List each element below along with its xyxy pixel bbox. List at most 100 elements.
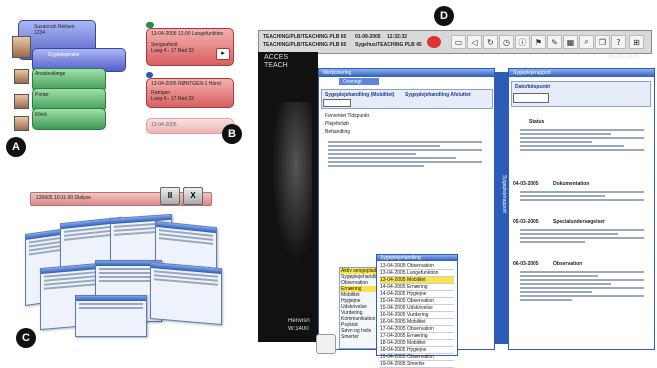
popup-row[interactable]: 13-04-2005 Observation [380, 263, 454, 270]
dark-date: 05-09-1975 [608, 54, 639, 60]
right-patient-field[interactable] [513, 93, 549, 103]
grid-icon[interactable]: ▦ [563, 35, 578, 49]
xray-image [272, 102, 312, 262]
left-window-title: Medicinering [323, 70, 352, 76]
right-time-1: 04-03-2005 [513, 181, 539, 187]
card-label-5: Klinik [35, 112, 47, 118]
popup-list: 13-04-2005 Observation 13-04-2005 Lungef… [380, 263, 454, 368]
toolbar-line1: TEACHING/PLB/TEACHING PLB 65 [263, 34, 347, 40]
right-section-4: Observation [553, 261, 583, 267]
refresh-icon[interactable]: ↻ [483, 35, 498, 49]
right-text-block-1 [517, 127, 647, 153]
avatar-3 [14, 94, 29, 109]
popup-row[interactable]: 19-04-2005 Observation [380, 354, 454, 361]
copy-icon[interactable]: ❐ [595, 35, 610, 49]
stack-window-7[interactable] [150, 261, 222, 326]
popup-row[interactable]: 14-04-2005 Ernæring [380, 284, 454, 291]
window-icon[interactable]: ▭ [451, 35, 466, 49]
left-text-block [325, 139, 485, 169]
avatar-1 [12, 36, 31, 58]
dark-line1: ACCES [264, 54, 289, 61]
stop-icon[interactable] [427, 36, 441, 48]
right-text-block-4 [517, 269, 647, 303]
popup-row[interactable]: 13-04-2005 Lungefunktion [380, 270, 454, 277]
popup-row[interactable]: 19-04-2005 Smerter [380, 361, 454, 368]
card-label-3: Anastesilæge [35, 71, 66, 77]
pen-icon[interactable]: ✎ [547, 35, 562, 49]
label-b: B [222, 124, 242, 144]
left-field-2: Plejeforløb [325, 121, 349, 127]
alert-card-2-title: 13-04-2005 RØNTGEN-1 Hånd [151, 81, 221, 87]
stack-window-8[interactable] [75, 295, 147, 337]
left-heading: Sygeplejehandling (Mobilitet) [325, 92, 395, 98]
clock-icon[interactable]: ◷ [499, 35, 514, 49]
close-button[interactable]: X [183, 187, 203, 205]
label-c: C [16, 328, 36, 348]
avatar-4 [14, 116, 29, 131]
help-icon[interactable]: ? [611, 35, 626, 49]
avatar-2 [14, 69, 29, 84]
popup-row[interactable]: 13-04-2005 Mobilitet [380, 277, 454, 284]
panel-c: 130605 10:11:00 Dialyse II X C [0, 180, 240, 356]
vertical-strip: Sygeplejerapport [494, 72, 508, 344]
right-heading: Dato/tidspunkt [515, 84, 550, 90]
right-window-title: Sygeplejerapport [513, 70, 551, 76]
flag-icon[interactable]: ⚑ [531, 35, 546, 49]
card-label-2: Sygeplejerske [48, 52, 80, 58]
right-time-3: 06-03-2005 [513, 261, 539, 267]
panel-a: Susannah Nielsen 1234 Sygeplejerske Anas… [0, 0, 130, 160]
control-bar-text: 130605 10:11:00 Dialyse [36, 195, 91, 201]
popup-row[interactable]: 14-04-2005 Hygiejne [380, 291, 454, 298]
image-viewer[interactable]: ACCES TEACH Henvisn W:1400 [258, 52, 318, 342]
panel-b: 13-04-2005 12:00 Lungefunktion Sengeafsn… [138, 0, 256, 160]
label-d: D [434, 6, 454, 26]
left-status: Sygeplejehandling Afsluttet [405, 92, 471, 98]
popup-row[interactable]: 15-04-2005 Observation [380, 298, 454, 305]
right-section-3: Specialundersøgelser [553, 219, 605, 225]
right-section-2: Dokumentation [553, 181, 590, 187]
search-icon[interactable]: ⌕ [579, 35, 594, 49]
right-text-block-2 [517, 189, 647, 203]
popup-row[interactable]: 16-04-2005 Mobilitet [380, 319, 454, 326]
dark-line2: TEACH [264, 62, 288, 69]
left-field-3: Behandling [325, 129, 351, 135]
taskbar-icon[interactable] [316, 334, 336, 354]
card-label-4: Portør [35, 92, 49, 98]
toolbar-line2: TEACHING/PLB/TEACHING PLB 65 [263, 42, 347, 48]
popup-title: Sygeplejehandling [380, 255, 421, 261]
alert-card-1-title: 13-04-2005 12:00 Lungefunktion [151, 31, 224, 37]
popup-row[interactable]: 18-04-2005 Mobilitet [380, 340, 454, 347]
label-a: A [6, 137, 26, 157]
window-stack[interactable] [15, 210, 230, 340]
dark-bottom1: Henvisn [288, 318, 310, 324]
grid2-icon[interactable]: ⊞ [629, 35, 644, 49]
left-list: Aktiv sengepladsrapport Sygeplejehandlin… [339, 267, 381, 349]
alert-card-2-body2: Lung 4 - 17 Rød 32 [151, 96, 195, 102]
popup-row[interactable]: 16-04-2005 Vurdering [380, 312, 454, 319]
right-section-1: Status [529, 119, 545, 125]
dark-bottom2: W:1400 [288, 326, 309, 332]
left-field-1: Forventet Tidspunkt [325, 113, 369, 119]
toolbar: TEACHING/PLB/TEACHING PLB 65 TEACHING/PL… [258, 30, 652, 54]
popup-row[interactable]: 17-04-2005 Observation [380, 326, 454, 333]
vertical-text: Sygeplejerapport [501, 175, 507, 213]
left-list-item[interactable]: Smerter [340, 334, 380, 340]
tab-oversigt-label: Oversigt [343, 79, 362, 85]
pause-button[interactable]: II [160, 187, 180, 205]
popup-window[interactable]: Sygeplejehandling 13-04-2005 Observation… [376, 254, 458, 368]
patient-field[interactable] [323, 99, 351, 107]
toolbar-right: Sygehus/TEACHING PLB 45 [355, 42, 422, 48]
right-window[interactable]: Sygeplejerapport Dato/tidspunkt Status 0… [508, 68, 655, 350]
popup-row[interactable]: 18-04-2005 Hygiejne [380, 347, 454, 354]
right-text-block-3 [517, 227, 647, 245]
card-sub-1: 1234 [34, 30, 46, 36]
popup-row[interactable]: 15-04-2005 Udskrivelse [380, 305, 454, 312]
popup-row[interactable]: 17-04-2005 Ernæring [380, 333, 454, 340]
panel-d: D TEACHING/PLB/TEACHING PLB 65 TEACHING/… [258, 0, 657, 368]
info-icon[interactable]: ⓘ [515, 35, 530, 49]
back-icon[interactable]: ◁ [467, 35, 482, 49]
open-icon-1[interactable]: ▸ [216, 48, 230, 60]
alert-card-1-body2: Lung 4 - 17 Rød 32 [151, 48, 195, 54]
alert-card-3-title: 13-04-2005 [151, 122, 177, 128]
toolbar-time: 12:32:32 [387, 34, 408, 40]
